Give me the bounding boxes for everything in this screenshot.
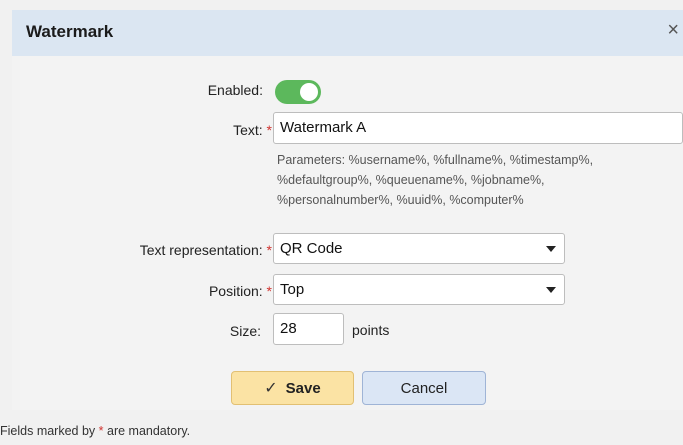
position-select[interactable]: Top	[273, 274, 565, 305]
chevron-down-icon	[546, 246, 556, 252]
required-marker: *	[266, 122, 272, 138]
text-label: Text: *	[233, 122, 272, 138]
help-line: %defaultgroup%, %queuename%, %jobname%,	[277, 173, 545, 187]
enabled-toggle[interactable]	[275, 80, 321, 104]
cancel-button[interactable]: Cancel	[362, 371, 486, 405]
text-input[interactable]: Watermark A	[273, 112, 683, 144]
help-line: Parameters: %username%, %fullname%, %tim…	[277, 153, 594, 167]
size-input[interactable]: 28	[273, 313, 344, 345]
save-button-label: Save	[285, 379, 321, 397]
toggle-knob	[300, 83, 318, 101]
mandatory-note: Fields marked by * are mandatory.	[0, 424, 190, 438]
save-button[interactable]: ✓ Save	[231, 371, 354, 405]
representation-label: Text representation: *	[140, 242, 272, 258]
required-marker: *	[266, 283, 272, 299]
required-marker: *	[266, 242, 272, 258]
representation-select[interactable]: QR Code	[273, 233, 565, 264]
position-value: Top	[280, 281, 305, 298]
text-label-text: Text:	[233, 122, 263, 138]
mandatory-note-prefix: Fields marked by	[0, 424, 99, 438]
mandatory-note-suffix: are mandatory.	[103, 424, 191, 438]
size-label: Size:	[229, 323, 261, 339]
position-label: Position: *	[209, 283, 272, 299]
position-label-text: Position:	[208, 283, 263, 299]
parameters-help: Parameters: %username%, %fullname%, %tim…	[277, 150, 657, 210]
close-icon[interactable]: ×	[667, 18, 679, 42]
checkmark-icon: ✓	[264, 380, 278, 397]
help-line: %personalnumber%, %uuid%, %computer%	[277, 193, 524, 207]
representation-label-text: Text representation:	[139, 242, 263, 258]
dialog-title: Watermark	[26, 22, 114, 41]
dialog-titlebar: Watermark ×	[12, 10, 683, 56]
enabled-label: Enabled:	[207, 82, 263, 98]
size-unit: points	[352, 322, 390, 338]
representation-value: QR Code	[280, 240, 343, 257]
chevron-down-icon	[546, 287, 556, 293]
